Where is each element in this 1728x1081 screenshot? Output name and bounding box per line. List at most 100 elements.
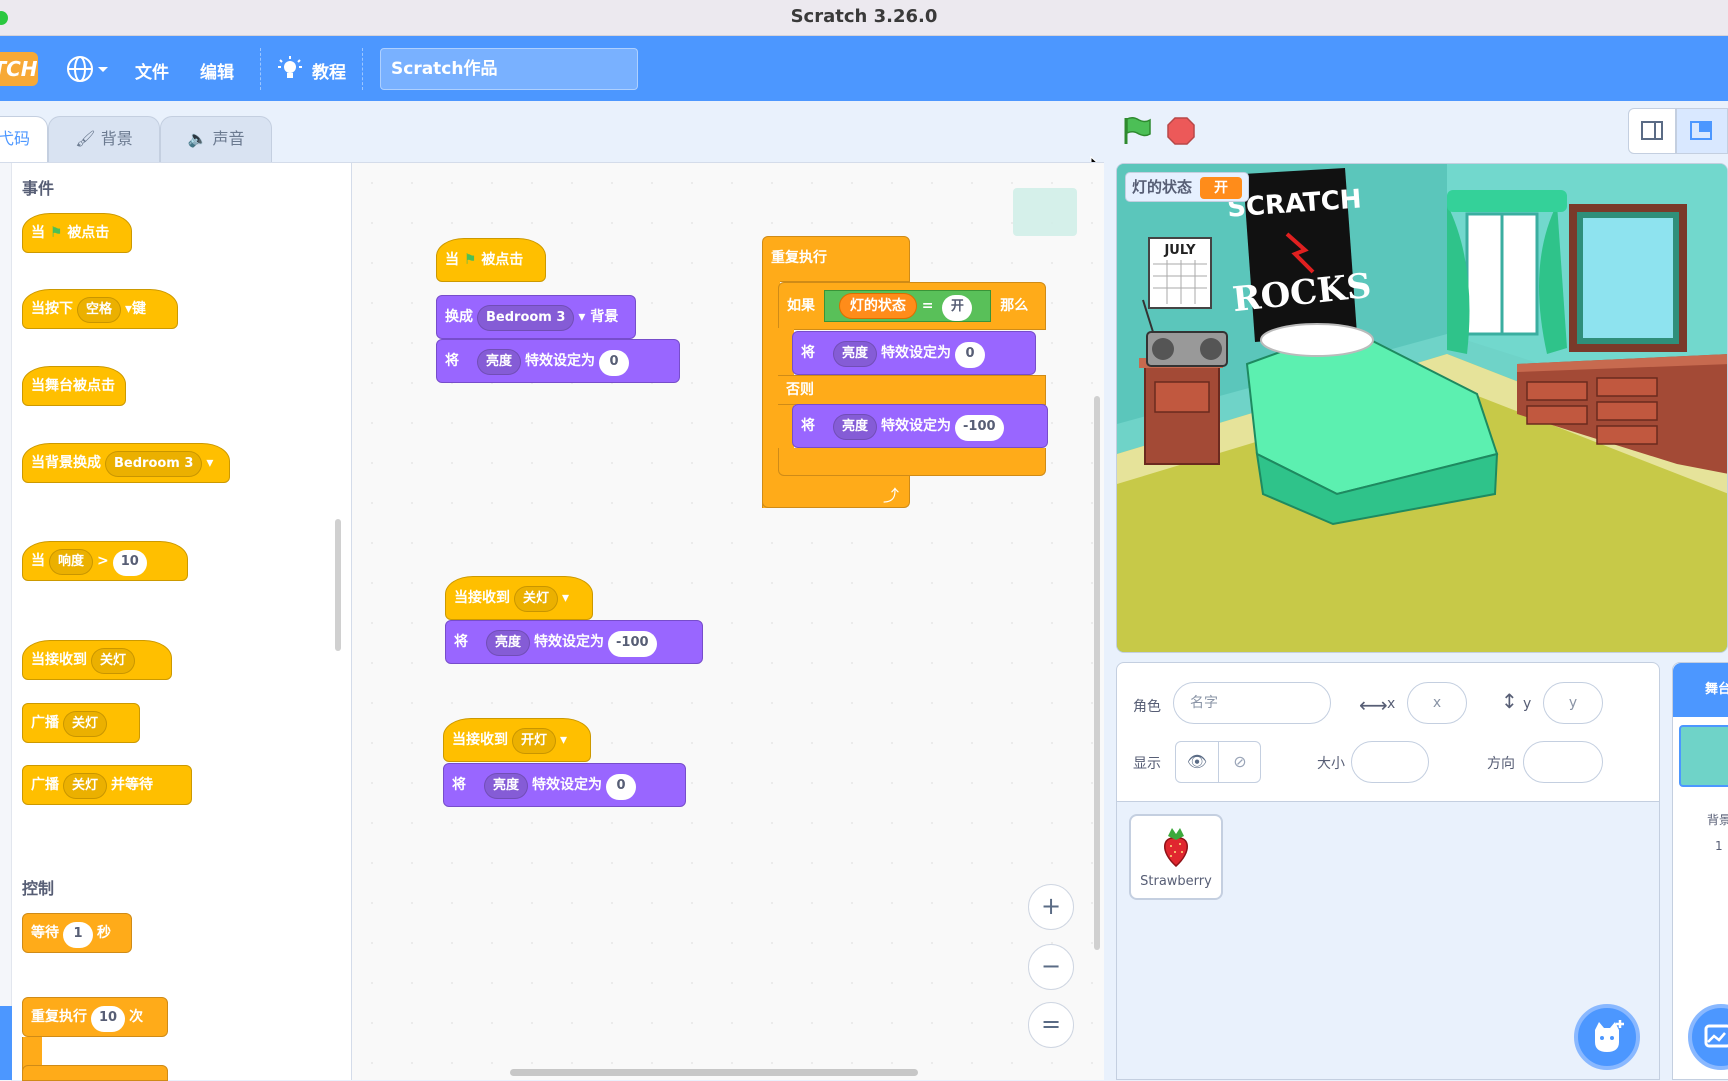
backdrop-dropdown[interactable]: Bedroom 3 <box>105 451 203 477</box>
size-label: 大小 <box>1317 756 1345 772</box>
message-dropdown[interactable]: 开灯 <box>512 728 557 754</box>
workspace-hscrollbar[interactable] <box>510 1069 918 1076</box>
block-when-flag-clicked[interactable]: 当 ⚑ 被点击 <box>22 213 132 253</box>
wait-seconds-input[interactable]: 1 <box>63 922 93 948</box>
horizontal-arrows-icon: ⟷ <box>1359 693 1388 717</box>
choose-backdrop-button[interactable] <box>1688 1004 1728 1070</box>
strawberry-icon <box>1164 828 1188 867</box>
effect-value-input[interactable]: -100 <box>608 631 657 657</box>
message-dropdown[interactable]: 关灯 <box>91 648 136 674</box>
block-broadcast-and-wait[interactable]: 广播 关灯 并等待 <box>22 765 192 805</box>
x-label: x <box>1387 696 1396 712</box>
script4-set-effect[interactable]: 将 亮度 特效设定为 0 <box>443 763 686 807</box>
stage-canvas[interactable]: JULY SCRATCH ROCKS 灯的状态 开 <box>1116 163 1728 653</box>
workspace-vscrollbar[interactable] <box>1094 396 1100 950</box>
block-when-receive[interactable]: 当接收到 关灯 <box>22 640 172 680</box>
sensor-value-input[interactable]: 10 <box>112 550 147 576</box>
script2-if-else[interactable]: 如果 灯的状态 = 开 那么 <box>778 282 1046 330</box>
backdrop-dropdown[interactable]: Bedroom 3 <box>477 305 575 331</box>
direction-field[interactable] <box>1523 741 1603 783</box>
effect-dropdown[interactable]: 亮度 <box>486 630 531 656</box>
backdrops-count: 1 <box>1715 839 1723 853</box>
show-sprite-button[interactable]: 👁 <box>1176 742 1219 782</box>
small-stage-button[interactable] <box>1628 108 1676 154</box>
variable-monitor[interactable]: 灯的状态开 <box>1125 172 1250 202</box>
lightbulb-icon[interactable] <box>278 56 302 86</box>
effect-value-input[interactable]: 0 <box>606 774 637 800</box>
block-text: 特效设定为 <box>881 345 952 361</box>
key-dropdown[interactable]: 空格 <box>77 297 122 323</box>
effect-dropdown[interactable]: 亮度 <box>484 773 529 799</box>
effect-dropdown[interactable]: 亮度 <box>477 349 522 375</box>
tab-code[interactable]: 弋码 <box>0 116 48 162</box>
script2-forever[interactable]: 重复执行 <box>762 236 910 282</box>
stage-thumbnail[interactable] <box>1679 725 1728 787</box>
y-field[interactable]: y <box>1543 682 1603 724</box>
calendar: JULY <box>1148 237 1212 309</box>
vertical-arrows-icon: ↕ <box>1501 689 1518 713</box>
message-dropdown[interactable]: 关灯 <box>514 586 559 612</box>
effect-value-input[interactable]: -100 <box>955 415 1004 441</box>
variable-reporter[interactable]: 灯的状态 <box>838 293 917 319</box>
script2-set-effect-on[interactable]: 将 亮度 特效设定为 0 <box>792 331 1036 375</box>
effect-dropdown[interactable]: 亮度 <box>833 414 878 440</box>
tab-sounds[interactable]: 🔈 声音 <box>160 116 272 162</box>
workspace-minimap[interactable] <box>1013 188 1077 236</box>
stage-panel-header: 舞台 <box>1673 663 1728 717</box>
block-text: 并等待 <box>111 777 154 793</box>
effect-value-input[interactable]: 0 <box>599 350 630 376</box>
sensor-dropdown[interactable]: 响度 <box>49 549 94 575</box>
green-flag-button[interactable] <box>1122 116 1152 150</box>
block-text: 特效设定为 <box>881 418 952 434</box>
tab-backdrops[interactable]: 🖌 背景 <box>48 116 160 162</box>
category-menu[interactable] <box>0 163 12 1081</box>
script3-set-effect[interactable]: 将 亮度 特效设定为 -100 <box>445 620 703 664</box>
variable-monitor-name: 灯的状态 <box>1132 178 1193 196</box>
menu-edit[interactable]: 编辑 <box>200 58 234 83</box>
sprite-tile-strawberry[interactable]: Strawberry <box>1129 814 1223 900</box>
script1-switch-backdrop[interactable]: 换成 Bedroom 3 ▾ 背景 <box>436 295 636 339</box>
zoom-out-button[interactable]: − <box>1028 944 1074 990</box>
block-when-stage-clicked[interactable]: 当舞台被点击 <box>22 366 126 406</box>
stop-button[interactable] <box>1167 117 1195 149</box>
sprite-name-field[interactable]: 名字 <box>1173 682 1331 724</box>
zoom-in-button[interactable]: + <box>1028 884 1074 930</box>
block-text: 当 <box>445 252 459 268</box>
script4-when-receive[interactable]: 当接收到 开灯 ▾ <box>443 718 591 762</box>
x-field[interactable]: x <box>1407 682 1467 724</box>
script1-set-effect[interactable]: 将 亮度 特效设定为 0 <box>436 339 680 383</box>
menu-tutorials[interactable]: 教程 <box>312 58 346 83</box>
block-repeat[interactable]: 重复执行 10 次 <box>22 997 168 1037</box>
size-field[interactable] <box>1351 741 1429 783</box>
equals-value-input[interactable]: 开 <box>942 295 973 321</box>
scratch-logo[interactable]: TCH <box>0 52 38 86</box>
block-when-key-pressed[interactable]: 当按下 空格 ▾键 <box>22 289 178 329</box>
zoom-reset-button[interactable]: = <box>1028 1002 1074 1048</box>
zoom-reset-icon: = <box>1040 1010 1062 1038</box>
block-when-backdrop-switches[interactable]: 当背景换成 Bedroom 3 ▾ <box>22 443 230 483</box>
equals-operator[interactable]: 灯的状态 = 开 <box>823 290 992 322</box>
globe-icon[interactable] <box>66 54 110 88</box>
effect-dropdown[interactable]: 亮度 <box>833 341 878 367</box>
script1-when-flag-clicked[interactable]: 当 ⚑ 被点击 <box>436 238 546 282</box>
normal-stage-button[interactable] <box>1676 108 1728 154</box>
script3-when-receive[interactable]: 当接收到 关灯 ▾ <box>445 576 593 620</box>
script2-set-effect-off[interactable]: 将 亮度 特效设定为 -100 <box>792 404 1048 448</box>
message-dropdown[interactable]: 关灯 <box>63 773 108 799</box>
menu-file[interactable]: 文件 <box>135 58 169 83</box>
add-sprite-button[interactable] <box>1574 1004 1640 1070</box>
block-broadcast[interactable]: 广播 关灯 <box>22 703 140 743</box>
block-text: 当接收到 <box>452 732 508 748</box>
hide-sprite-button[interactable]: ⊘ <box>1219 742 1261 782</box>
palette-scrollbar[interactable] <box>335 519 341 651</box>
add-extension-button[interactable] <box>0 1006 12 1080</box>
block-wait[interactable]: 等待 1 秒 <box>22 913 132 953</box>
window-zoom-button[interactable] <box>0 11 8 25</box>
block-text: 广播 <box>31 777 59 793</box>
project-title-input[interactable]: Scratch作品 <box>380 48 638 90</box>
message-dropdown[interactable]: 关灯 <box>63 711 108 737</box>
repeat-count-input[interactable]: 10 <box>91 1006 126 1032</box>
direction-label: 方向 <box>1487 756 1515 772</box>
block-when-sensor-greater[interactable]: 当响度 >10 <box>22 541 188 581</box>
effect-value-input[interactable]: 0 <box>955 342 986 368</box>
